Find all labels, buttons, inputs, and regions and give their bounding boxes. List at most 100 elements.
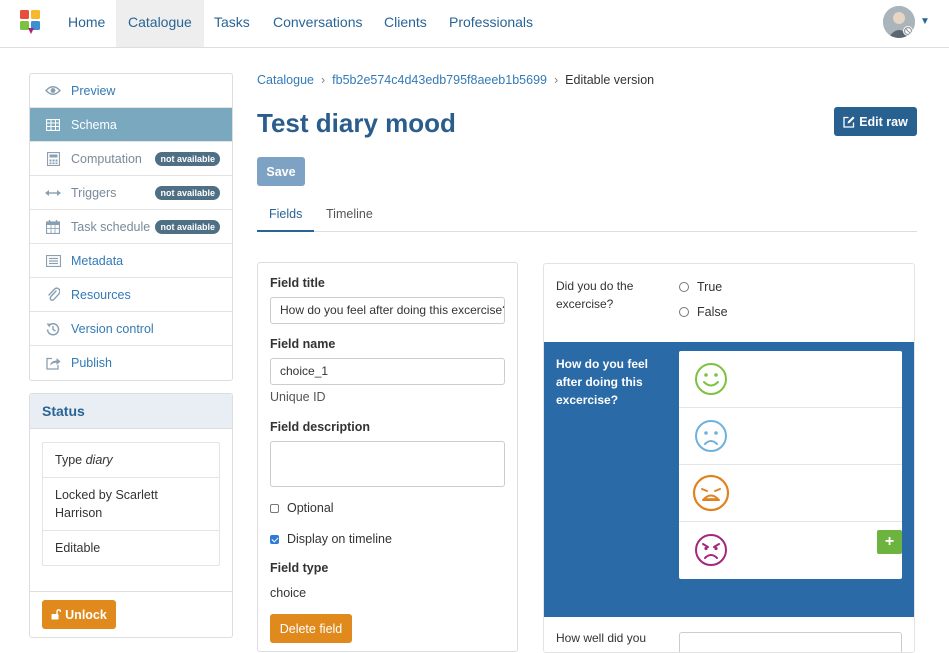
nav-conversations[interactable]: Conversations xyxy=(261,0,375,47)
sidebar-item-label: Triggers xyxy=(71,185,117,200)
display-on-timeline-label: Display on timeline xyxy=(287,532,392,546)
history-icon xyxy=(44,322,62,336)
field-name-label: Field name xyxy=(270,337,336,351)
sidebar-item-triggers[interactable]: Triggers not available xyxy=(30,176,232,210)
question-label: Did you do the excercise? xyxy=(556,279,634,311)
arrows-h-icon xyxy=(44,186,62,200)
radio-option-true[interactable]: True xyxy=(679,280,722,294)
mood-option-sad[interactable] xyxy=(679,408,902,465)
angry-icon xyxy=(692,474,730,512)
status-type: Type diary xyxy=(43,443,219,478)
sidebar-item-metadata[interactable]: Metadata xyxy=(30,244,232,278)
sidebar-item-publish[interactable]: Publish xyxy=(30,346,232,380)
question-label: How well did you xyxy=(556,631,647,645)
preview-question-mood: How do you feel after doing this excerci… xyxy=(544,342,914,617)
optional-checkbox-row[interactable]: Optional xyxy=(270,501,334,515)
field-description-textarea[interactable] xyxy=(270,441,505,487)
field-description-label: Field description xyxy=(270,420,371,434)
page-title: Test diary mood xyxy=(257,108,456,138)
radio-option-false[interactable]: False xyxy=(679,305,728,319)
sidebar-item-label: Publish xyxy=(71,356,112,370)
furious-icon xyxy=(695,534,727,566)
sidebar-item-schema[interactable]: Schema xyxy=(30,108,232,142)
field-title-label: Field title xyxy=(270,276,325,290)
radio-button[interactable] xyxy=(679,307,689,317)
paperclip-icon xyxy=(44,287,62,302)
sidebar-item-preview[interactable]: Preview xyxy=(30,74,232,108)
mood-option-angry[interactable] xyxy=(679,522,902,579)
calendar-icon xyxy=(44,219,62,234)
field-title-input[interactable]: How do you feel after doing this excerci… xyxy=(270,297,505,324)
nav-home[interactable]: Home xyxy=(56,0,117,47)
not-available-badge: not available xyxy=(155,186,220,200)
add-option-button[interactable]: + xyxy=(877,530,902,554)
breadcrumb-catalogue[interactable]: Catalogue xyxy=(257,73,314,87)
breadcrumb: Catalogue › fb5b2e574c4d43edb795f8aeeb1b56… xyxy=(257,73,654,87)
tab-fields[interactable]: Fields xyxy=(257,199,315,232)
app-logo-icon[interactable] xyxy=(18,8,44,36)
breadcrumb-separator-icon: › xyxy=(321,73,326,87)
mood-option-upset[interactable] xyxy=(679,465,902,522)
share-icon xyxy=(44,356,62,370)
nav-clients[interactable]: Clients xyxy=(372,0,439,47)
sidebar-item-label: Version control xyxy=(71,321,154,336)
status-panel: Status Type diary Locked by Scarlett Har… xyxy=(29,393,233,638)
sad-icon xyxy=(695,420,727,452)
field-name-input[interactable]: choice_1 xyxy=(270,358,505,385)
timeline-checkbox-row[interactable]: Display on timeline xyxy=(270,532,392,546)
form-preview: Did you do the excercise? True False How… xyxy=(543,263,915,653)
status-footer: Unlock xyxy=(30,591,232,637)
sidebar-item-task-schedule[interactable]: Task schedule not available xyxy=(30,210,232,244)
table-icon xyxy=(44,118,62,132)
sidebar-item-label: Resources xyxy=(71,287,131,302)
sidebar-item-version-control[interactable]: Version control xyxy=(30,312,232,346)
top-navbar: Home Catalogue Tasks Conversations Clien… xyxy=(0,0,949,48)
question-label: How do you feel after doing this excerci… xyxy=(556,357,649,407)
status-locked-by: Locked by Scarlett Harrison xyxy=(43,478,219,531)
save-button[interactable]: Save xyxy=(257,157,305,186)
user-avatar[interactable] xyxy=(883,6,915,38)
status-editable: Editable xyxy=(55,541,101,555)
field-name-help: Unique ID xyxy=(270,390,326,404)
optional-label: Optional xyxy=(287,501,334,515)
tab-bar: Fields Timeline xyxy=(257,199,917,232)
nav-tasks[interactable]: Tasks xyxy=(202,0,262,47)
optional-checkbox[interactable] xyxy=(270,503,279,513)
delete-field-button[interactable]: Delete field xyxy=(270,614,352,643)
edit-icon xyxy=(843,116,855,128)
tab-timeline[interactable]: Timeline xyxy=(314,199,385,232)
unlock-button[interactable]: Unlock xyxy=(42,600,116,629)
not-available-badge: not available xyxy=(155,152,220,166)
sidebar-item-resources[interactable]: Resources xyxy=(30,278,232,312)
nav-catalogue[interactable]: Catalogue xyxy=(116,0,204,47)
breadcrumb-id[interactable]: fb5b2e574c4d43edb795f8aeeb1b5699 xyxy=(332,73,547,87)
nav-professionals[interactable]: Professionals xyxy=(437,0,545,47)
sidebar-item-label: Preview xyxy=(71,83,116,98)
preview-question-excercise: Did you do the excercise? True False xyxy=(544,264,914,342)
sidebar-menu: Preview Schema Computation not available… xyxy=(29,73,233,381)
display-on-timeline-checkbox[interactable] xyxy=(270,534,279,544)
caret-down-icon[interactable]: ▼ xyxy=(920,16,930,27)
field-editor-panel: Field title How do you feel after doing … xyxy=(257,262,518,652)
mood-option-happy[interactable] xyxy=(679,351,902,408)
radio-button[interactable] xyxy=(679,282,689,292)
unlock-icon xyxy=(51,609,62,620)
sidebar-item-label: Metadata xyxy=(71,253,124,268)
edit-raw-button[interactable]: Edit raw xyxy=(834,107,917,136)
status-type-value: diary xyxy=(85,453,113,467)
sidebar-item-label: Computation xyxy=(71,151,142,166)
list-alt-icon xyxy=(44,254,62,268)
answer-input[interactable] xyxy=(679,632,902,652)
breadcrumb-separator-icon: › xyxy=(553,73,559,87)
sidebar-item-label: Task schedule xyxy=(71,219,151,234)
status-heading: Status xyxy=(30,394,232,429)
not-available-badge: not available xyxy=(155,220,220,234)
sidebar-item-label: Schema xyxy=(71,117,117,132)
eye-icon xyxy=(44,84,62,98)
calculator-icon xyxy=(44,151,62,166)
smile-icon xyxy=(695,363,727,395)
mood-choice-list xyxy=(679,351,902,579)
field-type-value: choice xyxy=(270,586,307,600)
sidebar-item-computation[interactable]: Computation not available xyxy=(30,142,232,176)
status-list: Type diary Locked by Scarlett Harrison E… xyxy=(42,442,220,566)
